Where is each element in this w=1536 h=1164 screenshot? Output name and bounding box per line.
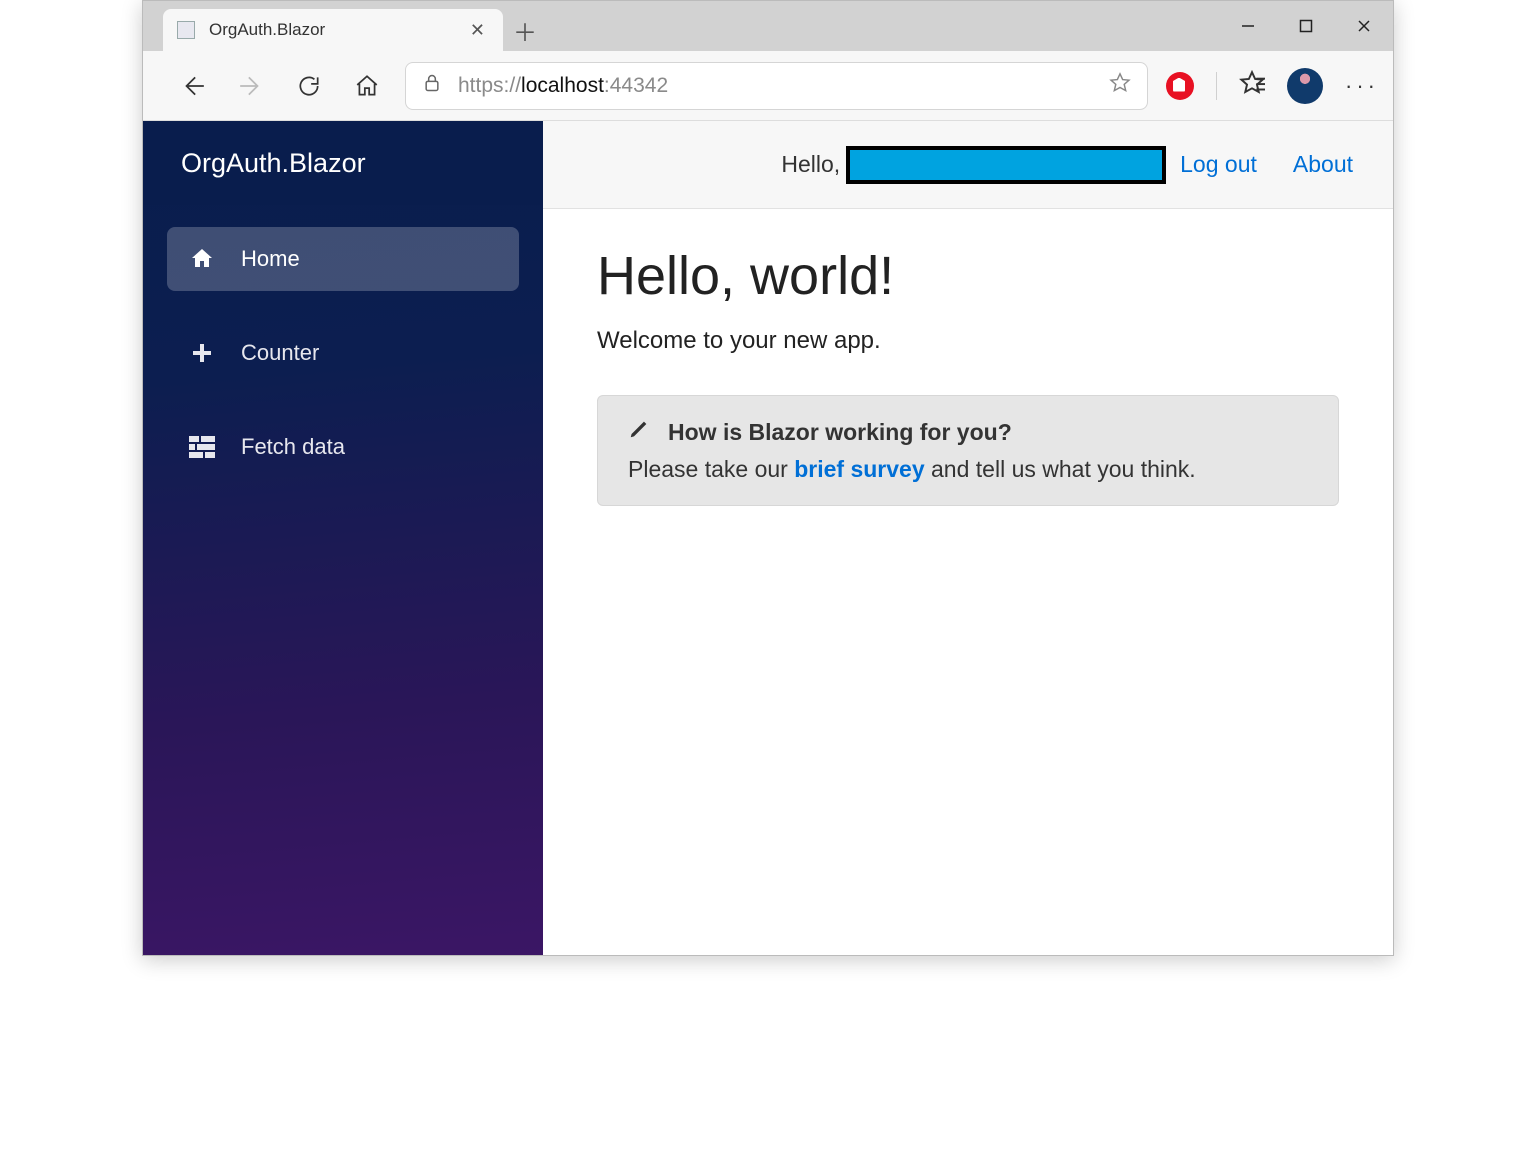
window-close-button[interactable] <box>1335 1 1393 51</box>
nav-home-button[interactable] <box>347 66 387 106</box>
nav-forward-button[interactable] <box>231 66 271 106</box>
sidebar-item-label: Home <box>241 246 300 272</box>
sidebar-item-label: Counter <box>241 340 319 366</box>
tab-close-button[interactable]: ✕ <box>466 16 489 45</box>
address-bar[interactable]: https://localhost:44342 <box>405 62 1148 110</box>
plus-icon <box>187 340 217 366</box>
nav-refresh-button[interactable] <box>289 66 329 106</box>
page-subtext: Welcome to your new app. <box>597 327 1339 355</box>
browser-window: OrgAuth.Blazor ✕ ＋ <box>142 0 1394 956</box>
lock-icon <box>422 72 442 100</box>
survey-text-before: Please take our <box>628 456 794 482</box>
sidebar: OrgAuth.Blazor Home Counter <box>143 121 543 955</box>
toolbar-right-group: ··· <box>1166 68 1379 104</box>
toolbar-separator <box>1216 72 1217 100</box>
adblock-icon[interactable] <box>1166 72 1194 100</box>
url-scheme: https:// <box>458 74 521 97</box>
sidebar-item-fetch-data[interactable]: Fetch data <box>167 415 519 479</box>
page-client-area: OrgAuth.Blazor Home Counter <box>143 121 1393 955</box>
username-redacted <box>846 146 1166 184</box>
browser-titlebar: OrgAuth.Blazor ✕ ＋ <box>143 1 1393 51</box>
sidebar-item-counter[interactable]: Counter <box>167 321 519 385</box>
collections-button[interactable] <box>1239 70 1265 101</box>
new-tab-button[interactable]: ＋ <box>503 9 547 51</box>
url-host: localhost <box>521 74 604 97</box>
window-controls <box>1219 1 1393 51</box>
home-icon <box>187 246 217 272</box>
main-area: Hello, Log out About Hello, world! Welco… <box>543 121 1393 955</box>
page-heading: Hello, world! <box>597 245 1339 307</box>
survey-title-row: How is Blazor working for you? <box>628 418 1012 446</box>
profile-avatar[interactable] <box>1287 68 1323 104</box>
logout-link[interactable]: Log out <box>1180 151 1257 178</box>
window-minimize-button[interactable] <box>1219 1 1277 51</box>
tab-title: OrgAuth.Blazor <box>209 20 325 40</box>
survey-title: How is Blazor working for you? <box>668 419 1012 446</box>
window-maximize-button[interactable] <box>1277 1 1335 51</box>
about-link[interactable]: About <box>1293 151 1353 178</box>
nav-back-button[interactable] <box>173 66 213 106</box>
app-brand[interactable]: OrgAuth.Blazor <box>143 121 543 205</box>
tab-favicon <box>177 21 195 39</box>
page-content: Hello, world! Welcome to your new app. H… <box>543 209 1393 542</box>
browser-tab[interactable]: OrgAuth.Blazor ✕ <box>163 9 503 51</box>
survey-alert: How is Blazor working for you? Please ta… <box>597 395 1339 506</box>
app-brand-label: OrgAuth.Blazor <box>181 148 366 179</box>
url-port: :44342 <box>604 74 668 97</box>
sidebar-item-home[interactable]: Home <box>167 227 519 291</box>
greeting-label: Hello, <box>781 151 840 178</box>
more-menu-button[interactable]: ··· <box>1345 73 1379 99</box>
survey-link[interactable]: brief survey <box>794 456 924 482</box>
favorite-star-icon[interactable] <box>1109 72 1131 100</box>
address-url: https://localhost:44342 <box>458 74 1097 98</box>
survey-text-after: and tell us what you think. <box>925 456 1196 482</box>
survey-body: Please take our brief survey and tell us… <box>628 456 1308 483</box>
list-icon <box>187 434 217 460</box>
sidebar-nav: Home Counter <box>143 205 543 501</box>
browser-toolbar: https://localhost:44342 ··· <box>143 51 1393 121</box>
pencil-icon <box>628 418 650 446</box>
top-row: Hello, Log out About <box>543 121 1393 209</box>
sidebar-item-label: Fetch data <box>241 434 345 460</box>
